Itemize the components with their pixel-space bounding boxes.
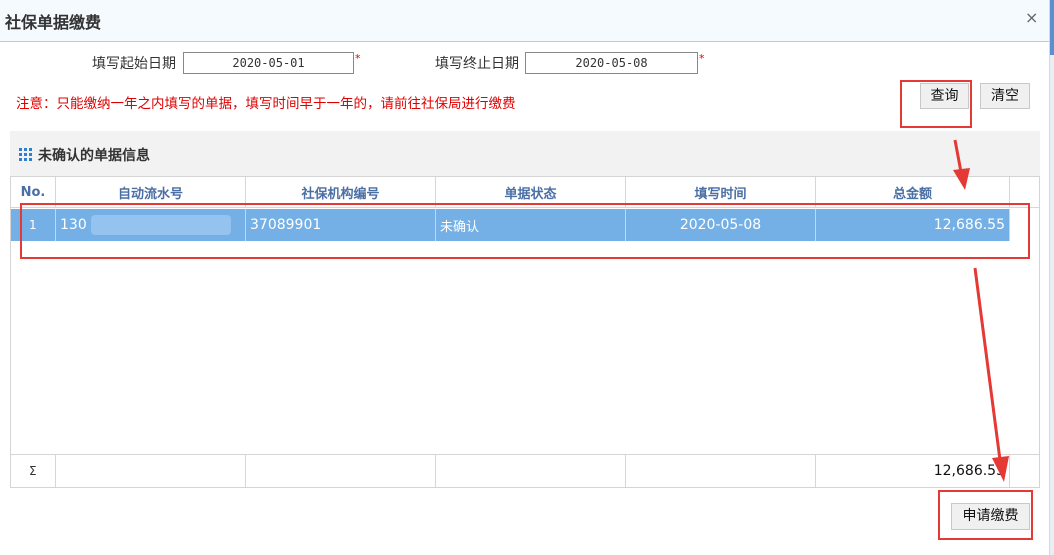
arrow-head <box>953 168 970 190</box>
arrow-head <box>992 456 1009 482</box>
arrow-line <box>953 139 963 173</box>
arrow-line <box>973 267 1002 461</box>
annotation-arrows <box>953 139 1009 482</box>
